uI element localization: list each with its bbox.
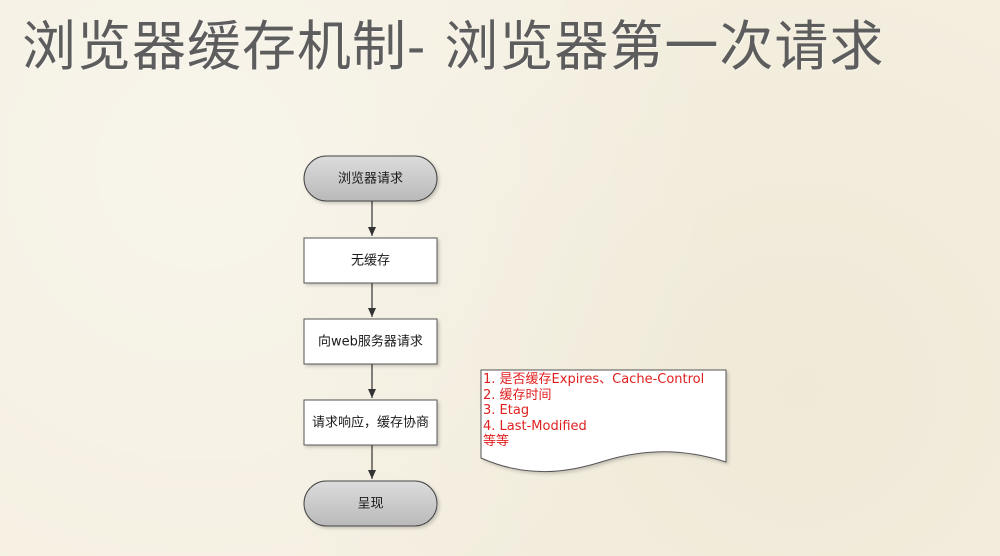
node-request-server-label: 向web服务器请求 — [318, 334, 423, 350]
node-start-label: 浏览器请求 — [338, 171, 403, 187]
note-text: 1. 是否缓存Expires、Cache-Control 2. 缓存时间 3. … — [483, 372, 721, 450]
node-end-label: 呈现 — [357, 497, 383, 512]
note-line: 2. 缓存时间 — [483, 387, 552, 403]
note-line: 等等 — [483, 434, 510, 449]
node-response-label: 请求响应，缓存协商 — [312, 415, 429, 431]
flowchart: 浏览器请求 无缓存 向web服务器请求 请求响应，缓存协商 呈现 — [303, 155, 727, 527]
note-line: 4. Last-Modified — [483, 418, 587, 434]
note-line: 1. 是否缓存Expires、Cache-Control — [483, 372, 705, 387]
node-no-cache-label: 无缓存 — [351, 254, 390, 269]
note-line: 3. Etag — [483, 403, 530, 418]
